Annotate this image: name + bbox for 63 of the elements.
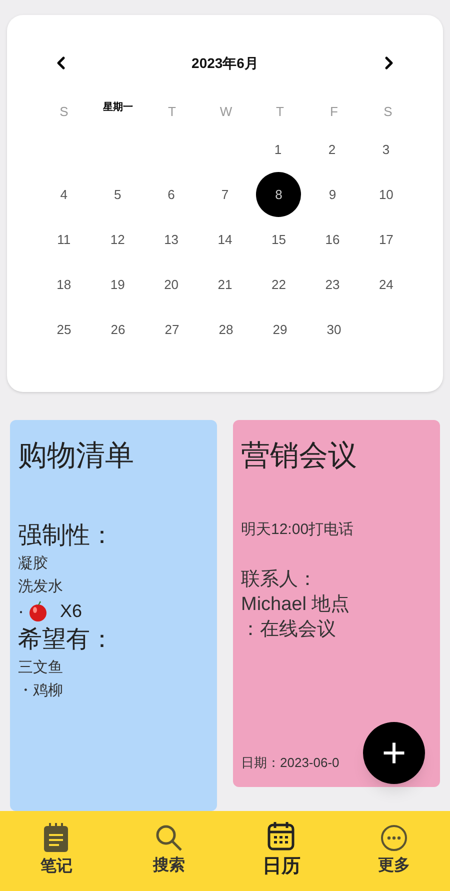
day-cell[interactable]: 9: [310, 172, 355, 217]
day-cell[interactable]: 1: [256, 127, 300, 172]
day-cell[interactable]: 29: [258, 307, 302, 352]
day-cell[interactable]: 17: [364, 217, 409, 262]
note-title: 营销会议: [241, 439, 358, 474]
day-cell[interactable]: 19: [95, 262, 140, 307]
day-cell[interactable]: 25: [42, 307, 86, 352]
day-cell[interactable]: 23: [310, 262, 355, 307]
apple-icon: [28, 600, 48, 622]
day-cell[interactable]: 26: [96, 307, 140, 352]
weekday-label: S: [58, 103, 70, 122]
list-item: ・鸡柳: [18, 681, 64, 701]
section-heading: 希望有：: [18, 625, 115, 655]
nav-tab[interactable]: 更多: [338, 824, 450, 878]
day-cell[interactable]: 13: [148, 217, 194, 262]
weekday-label: W: [218, 103, 234, 122]
calendar-icon: [267, 820, 296, 851]
day-cell[interactable]: 12: [95, 217, 140, 262]
day-cell[interactable]: 21: [202, 262, 248, 307]
day-cell[interactable]: 27: [150, 307, 194, 352]
list-item: 明天12:00打电话: [241, 520, 355, 540]
day-cell[interactable]: 4: [41, 172, 86, 217]
day-cell[interactable]: 30: [312, 307, 356, 352]
list-item: 洗发水: [18, 577, 64, 597]
weekday-label: 星期一: [102, 100, 134, 114]
day-cell[interactable]: 16: [310, 217, 355, 262]
day-cell[interactable]: 15: [256, 217, 302, 262]
day-cell[interactable]: 2: [310, 127, 354, 172]
section-heading: 强制性：: [18, 521, 115, 551]
day-cell[interactable]: 7: [202, 172, 248, 217]
note-card[interactable]: 购物清单 强制性： 凝胶 洗发水 · X6 希望有： 三文鱼 ・鸡柳: [10, 420, 217, 811]
more-icon: [380, 824, 408, 852]
weekday-label: F: [329, 103, 339, 122]
list-item: 三文鱼: [18, 658, 64, 678]
search-icon: [154, 824, 183, 852]
note-date: 日期：2023-06-0: [241, 755, 340, 770]
day-cell[interactable]: 11: [41, 217, 86, 262]
note-label: 联系人：: [241, 568, 318, 592]
day-cell[interactable]: 5: [95, 172, 140, 217]
quantity: X6: [60, 600, 82, 623]
weekday-label: T: [275, 103, 285, 122]
nav-tab[interactable]: 搜索: [112, 824, 225, 878]
day-cell[interactable]: 22: [256, 262, 302, 307]
day-cell[interactable]: 24: [364, 262, 409, 307]
day-cell[interactable]: 6: [148, 172, 194, 217]
day-cell[interactable]: 18: [41, 262, 86, 307]
nav-tab[interactable]: 笔记: [0, 823, 112, 879]
day-cell[interactable]: 20: [148, 262, 194, 307]
month-title: 2023年6月: [192, 54, 258, 72]
nav-tab[interactable]: 日历: [225, 820, 338, 882]
day-cell[interactable]: 3: [364, 127, 408, 172]
weekday-label: T: [167, 103, 177, 122]
note-text: Michael 地点: [241, 593, 351, 617]
day-cell[interactable]: 8: [256, 172, 302, 217]
day-cell[interactable]: 28: [204, 307, 248, 352]
weekday-label: S: [382, 103, 394, 122]
day-cell[interactable]: 10: [364, 172, 409, 217]
bullet: ·: [18, 600, 24, 623]
note-text: ：在线会议: [241, 618, 337, 642]
notepad-icon: [43, 823, 70, 853]
note-title: 购物清单: [18, 439, 135, 474]
day-cell[interactable]: 14: [202, 217, 248, 262]
list-item: 凝胶: [18, 554, 49, 574]
